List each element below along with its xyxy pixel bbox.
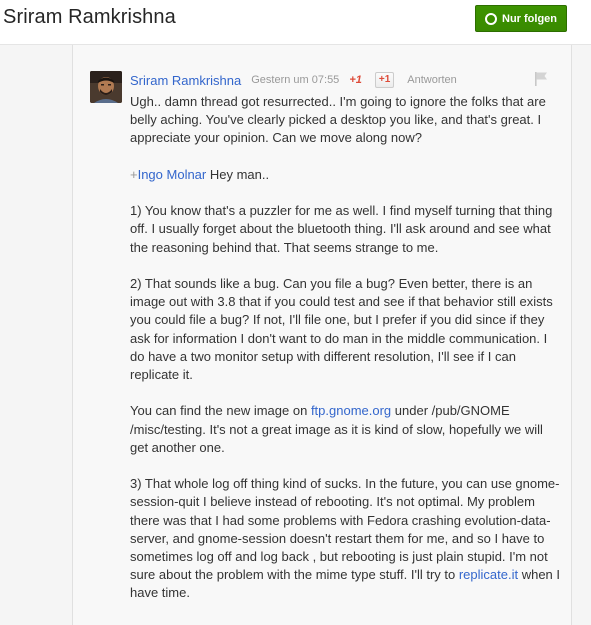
circle-icon (485, 12, 497, 25)
plusone-count[interactable]: +1 (349, 74, 362, 86)
comment: Sriram Ramkrishna Gestern um 07:55 +1 +1… (73, 45, 571, 625)
comment-text: You can find the new image on (130, 403, 311, 419)
page-title: Sriram Ramkrishna (3, 6, 176, 28)
follow-button-label: Nur folgen (502, 12, 557, 25)
ftp-link[interactable]: ftp.gnome.org (311, 403, 391, 418)
avatar[interactable] (90, 71, 122, 103)
mention-plus: + (130, 166, 138, 182)
comment-paragraph: +Ingo Molnar Hey man.. (130, 166, 560, 184)
comment-paragraph: You can find the new image on ftp.gnome.… (130, 402, 560, 457)
comment-paragraph: 3) That whole log off thing kind of suck… (130, 475, 560, 602)
plusone-button[interactable]: +1 (374, 72, 395, 88)
comment-paragraph: 1) You know that's a puzzler for me as w… (130, 203, 553, 255)
follow-button[interactable]: Nur folgen (475, 5, 567, 32)
comment-author[interactable]: Sriram Ramkrishna (130, 73, 241, 88)
profile-header: Sriram Ramkrishna Nur folgen (0, 0, 591, 45)
comment-meta: Sriram Ramkrishna Gestern um 07:55 +1 +1… (130, 72, 457, 88)
page-gutter (0, 45, 72, 612)
flag-icon[interactable] (534, 72, 548, 86)
comment-text: Hey man.. (206, 166, 270, 182)
comment-timestamp[interactable]: Gestern um 07:55 (251, 74, 339, 86)
reply-link[interactable]: Antworten (407, 74, 457, 86)
avatar-image (90, 71, 122, 103)
comment-body: Ugh.. damn thread got resurrected.. I'm … (130, 93, 560, 621)
comment-paragraph: 2) That sounds like a bug. Can you file … (130, 275, 553, 382)
comment-paragraph: Ugh.. damn thread got resurrected.. I'm … (130, 94, 546, 146)
mention-link[interactable]: Ingo Molnar (138, 167, 207, 182)
replicate-link[interactable]: replicate.it (459, 567, 518, 582)
post-card: Sriram Ramkrishna Gestern um 07:55 +1 +1… (72, 45, 572, 625)
